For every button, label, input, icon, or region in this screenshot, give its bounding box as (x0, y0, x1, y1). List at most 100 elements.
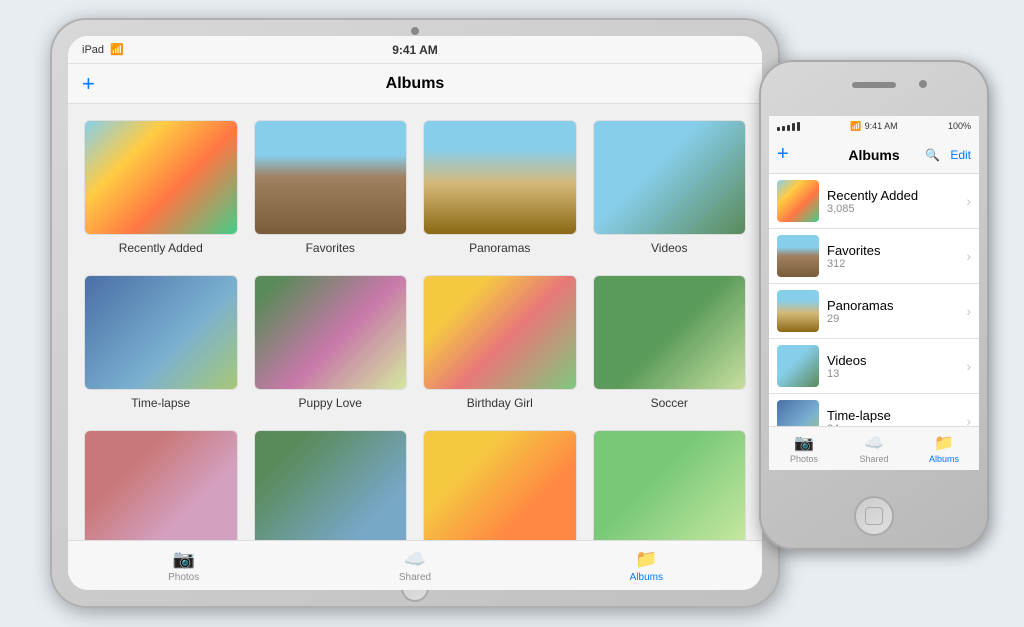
ipad-album-label-timelapse: Time-lapse (131, 396, 190, 410)
iphone-thumb-timelapse (777, 400, 819, 426)
shared-tab-label: Shared (399, 572, 431, 583)
ipad-album-thumb-row3a (84, 430, 238, 540)
iphone-shared-tab-icon: ☁️ (864, 433, 884, 453)
ipad-tab-photos[interactable]: 📷 Photos (68, 549, 299, 583)
ipad-album-puppylove[interactable]: Puppy Love (254, 275, 408, 410)
ipad-album-recently-added[interactable]: Recently Added (84, 120, 238, 255)
iphone-speaker (852, 82, 896, 88)
ipad-album-birthdaygirl[interactable]: Birthday Girl (423, 275, 577, 410)
iphone-album-count-panoramas: 29 (827, 313, 958, 325)
iphone-navbar: + Albums 🔍 Edit (769, 136, 979, 174)
iphone-album-info-videos: Videos13 (827, 353, 958, 380)
iphone-album-count-recently-added: 3,085 (827, 203, 958, 215)
iphone-album-timelapse[interactable]: Time-lapse24 › (769, 394, 979, 426)
iphone-chevron-timelapse: › (966, 413, 971, 426)
ipad-album-thumb-videos (593, 120, 747, 235)
ipad-album-favorites[interactable]: Favorites (254, 120, 408, 255)
ipad-album-label-soccer: Soccer (651, 396, 688, 410)
ipad-add-button[interactable]: + (82, 73, 95, 95)
iphone-albums-tab-icon: 📁 (934, 433, 954, 453)
ipad-album-label-puppylove: Puppy Love (299, 396, 362, 410)
ipad-status-left: iPad 📶 (82, 43, 124, 56)
iphone-album-name-panoramas: Panoramas (827, 298, 958, 313)
iphone-shared-tab-label: Shared (859, 454, 888, 464)
ipad-album-thumb-favorites (254, 120, 408, 235)
ipad-album-label-panoramas: Panoramas (469, 241, 530, 255)
ipad-album-panoramas[interactable]: Panoramas (423, 120, 577, 255)
iphone-album-name-favorites: Favorites (827, 243, 958, 258)
iphone-album-info-panoramas: Panoramas29 (827, 298, 958, 325)
iphone-thumb-recently-added (777, 180, 819, 222)
iphone-signal (777, 122, 800, 131)
photos-tab-icon: 📷 (172, 549, 194, 570)
ipad-album-thumb-row3c (423, 430, 577, 540)
iphone-album-recently-added[interactable]: Recently Added3,085 › (769, 174, 979, 229)
iphone-photos-tab-icon: 📷 (794, 433, 814, 453)
ipad-album-row3d[interactable] (593, 430, 747, 540)
ipad-album-timelapse[interactable]: Time-lapse (84, 275, 238, 410)
ipad-album-thumb-timelapse (84, 275, 238, 390)
scene: iPad 📶 9:41 AM + Albums Recently Added Fa… (0, 0, 1024, 627)
ipad-tabbar: 📷 Photos ☁️ Shared 📁 Albums (68, 540, 762, 590)
ipad-album-soccer[interactable]: Soccer (593, 275, 747, 410)
ipad-tab-shared[interactable]: ☁️ Shared (299, 549, 530, 583)
ipad-device-label: iPad (82, 44, 104, 56)
iphone-wifi-icon: 📶 (850, 121, 861, 132)
iphone-tab-shared[interactable]: ☁️ Shared (839, 433, 909, 464)
ipad-album-thumb-row3d (593, 430, 747, 540)
ipad-album-thumb-soccer (593, 275, 747, 390)
photos-tab-label: Photos (168, 572, 199, 583)
ipad-albums-grid: Recently Added Favorites Panoramas Videos Ti… (68, 104, 762, 540)
iphone-chevron-recently-added: › (966, 193, 971, 209)
ipad-camera (411, 27, 419, 35)
iphone-thumb-videos (777, 345, 819, 387)
iphone-album-name-videos: Videos (827, 353, 958, 368)
iphone-statusbar: 📶 9:41 AM 100% (769, 116, 979, 136)
iphone-tab-albums[interactable]: 📁 Albums (909, 433, 979, 464)
shared-tab-icon: ☁️ (404, 549, 426, 570)
iphone-navbar-right: 🔍 Edit (925, 148, 971, 162)
iphone-tab-photos[interactable]: 📷 Photos (769, 433, 839, 464)
iphone-album-count-videos: 13 (827, 368, 958, 380)
iphone-device: 📶 9:41 AM 100% + Albums 🔍 Edit Recently … (759, 60, 989, 550)
ipad-tab-albums[interactable]: 📁 Albums (531, 549, 762, 583)
iphone-album-favorites[interactable]: Favorites312 › (769, 229, 979, 284)
albums-tab-icon: 📁 (635, 549, 657, 570)
ipad-device: iPad 📶 9:41 AM + Albums Recently Added Fa… (50, 18, 780, 608)
ipad-navbar: + Albums (68, 64, 762, 104)
iphone-edit-button[interactable]: Edit (950, 148, 971, 162)
ipad-statusbar: iPad 📶 9:41 AM (68, 36, 762, 64)
ipad-album-label-recently-added: Recently Added (119, 241, 203, 255)
iphone-battery: 100% (948, 121, 971, 131)
iphone-chevron-panoramas: › (966, 303, 971, 319)
iphone-album-name-timelapse: Time-lapse (827, 408, 958, 423)
iphone-album-info-favorites: Favorites312 (827, 243, 958, 270)
iphone-search-icon[interactable]: 🔍 (925, 148, 940, 162)
iphone-album-count-favorites: 312 (827, 258, 958, 270)
ipad-album-row3a[interactable] (84, 430, 238, 540)
iphone-album-info-timelapse: Time-lapse24 (827, 408, 958, 427)
ipad-album-thumb-puppylove (254, 275, 408, 390)
iphone-album-panoramas[interactable]: Panoramas29 › (769, 284, 979, 339)
ipad-album-videos[interactable]: Videos (593, 120, 747, 255)
ipad-album-row3b[interactable] (254, 430, 408, 540)
iphone-chevron-favorites: › (966, 248, 971, 264)
ipad-album-row3c[interactable] (423, 430, 577, 540)
iphone-thumb-panoramas (777, 290, 819, 332)
iphone-chevron-videos: › (966, 358, 971, 374)
iphone-thumb-favorites (777, 235, 819, 277)
ipad-album-thumb-panoramas (423, 120, 577, 235)
ipad-navbar-title: Albums (386, 75, 445, 93)
iphone-home-button[interactable] (854, 496, 894, 536)
ipad-album-label-videos: Videos (651, 241, 687, 255)
iphone-album-videos[interactable]: Videos13 › (769, 339, 979, 394)
ipad-album-label-birthdaygirl: Birthday Girl (467, 396, 533, 410)
ipad-screen: iPad 📶 9:41 AM + Albums Recently Added Fa… (68, 36, 762, 590)
iphone-add-button[interactable]: + (777, 143, 789, 166)
iphone-albums-list: Recently Added3,085›Favorites312›Panoram… (769, 174, 979, 426)
iphone-camera (919, 80, 927, 88)
ipad-time: 9:41 AM (392, 43, 438, 57)
iphone-tabbar: 📷 Photos ☁️ Shared 📁 Albums (769, 426, 979, 470)
iphone-albums-tab-label: Albums (929, 454, 959, 464)
iphone-album-name-recently-added: Recently Added (827, 188, 958, 203)
